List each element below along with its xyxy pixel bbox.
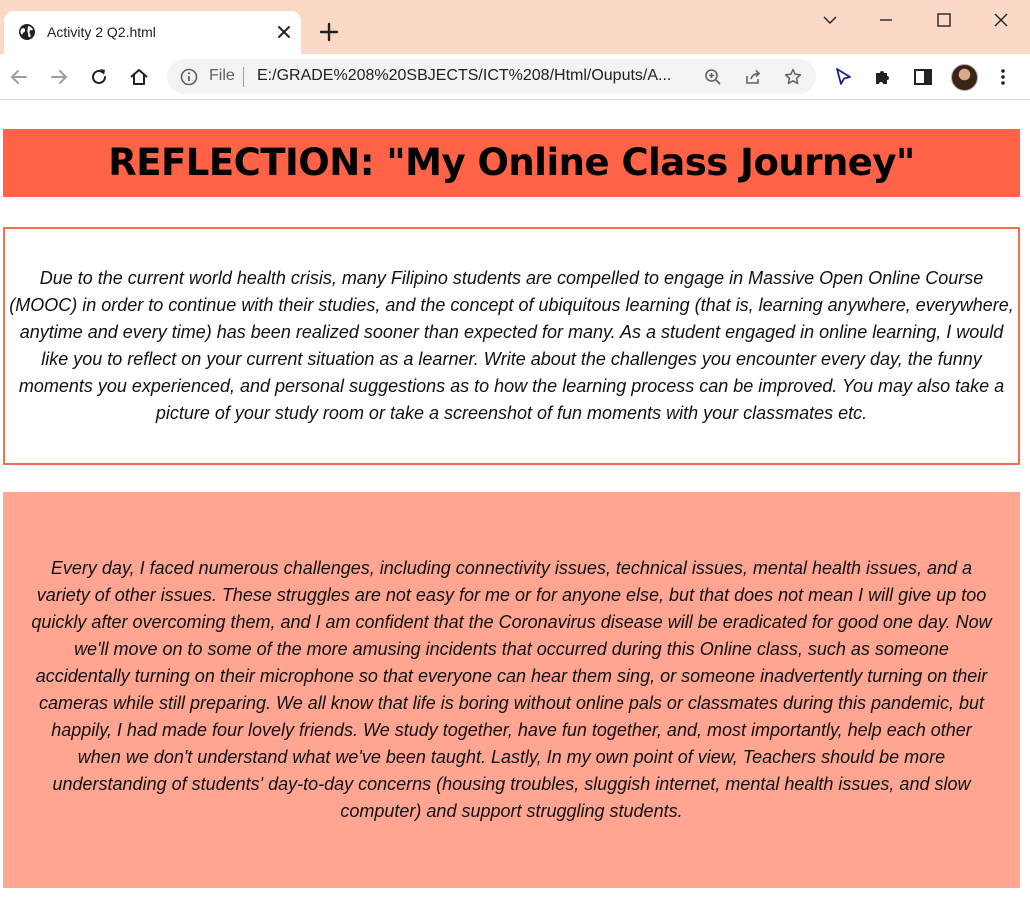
heading-band: REFLECTION: "My Online Class Journey"	[3, 129, 1020, 197]
maximize-icon[interactable]	[934, 10, 954, 30]
share-icon[interactable]	[743, 67, 763, 87]
tab-title: Activity 2 Q2.html	[47, 24, 156, 40]
chevron-down-icon[interactable]	[820, 10, 840, 30]
close-icon[interactable]	[277, 25, 291, 39]
avatar[interactable]	[951, 64, 978, 91]
globe-icon	[19, 24, 35, 40]
forward-arrow-icon[interactable]	[48, 66, 70, 88]
browser-toolbar: File E:/GRADE%208%20SBJECTS/ICT%208/Html…	[0, 54, 1030, 100]
info-icon[interactable]	[180, 68, 198, 86]
browser-titlebar: Activity 2 Q2.html	[0, 0, 1030, 54]
address-url[interactable]: E:/GRADE%208%20SBJECTS/ICT%208/Html/Oupu…	[257, 67, 697, 85]
reload-icon[interactable]	[88, 66, 110, 88]
home-icon[interactable]	[128, 66, 150, 88]
page-title: REFLECTION: "My Online Class Journey"	[108, 141, 915, 184]
star-icon[interactable]	[783, 67, 803, 87]
kebab-menu-icon[interactable]	[992, 66, 1014, 88]
minimize-icon[interactable]	[876, 10, 896, 30]
browser-tab-active[interactable]: Activity 2 Q2.html	[4, 11, 301, 54]
cursor-icon[interactable]	[832, 66, 854, 88]
zoom-icon[interactable]	[703, 67, 723, 87]
page-viewport: REFLECTION: "My Online Class Journey" Du…	[0, 101, 1030, 907]
window-close-icon[interactable]	[991, 10, 1011, 30]
address-bar[interactable]: File E:/GRADE%208%20SBJECTS/ICT%208/Html…	[167, 59, 816, 94]
puzzle-icon[interactable]	[872, 66, 894, 88]
plus-icon[interactable]	[318, 21, 340, 43]
back-arrow-icon[interactable]	[8, 66, 30, 88]
answer-text: Every day, I faced numerous challenges, …	[31, 558, 992, 821]
prompt-box: Due to the current world health crisis, …	[3, 227, 1020, 465]
address-separator	[243, 67, 244, 87]
side-panel-icon[interactable]	[912, 66, 934, 88]
answer-box: Every day, I faced numerous challenges, …	[3, 492, 1020, 888]
address-scheme-label: File	[209, 67, 235, 84]
prompt-text: Due to the current world health crisis, …	[9, 268, 1014, 423]
